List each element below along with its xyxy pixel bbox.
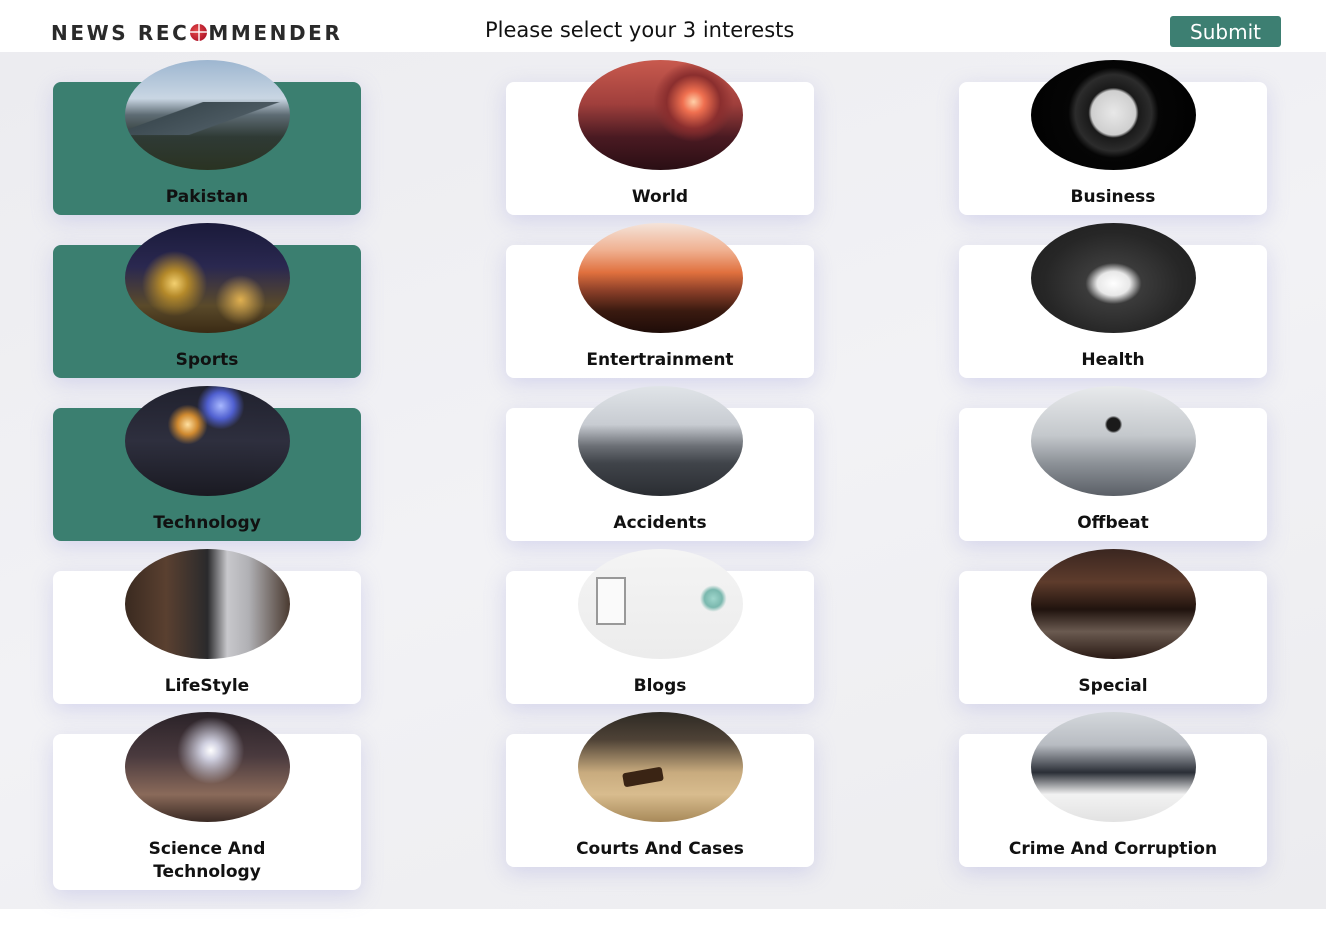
category-card-special[interactable]: Special bbox=[959, 549, 1267, 704]
category-label: Entertrainment bbox=[586, 350, 734, 370]
category-card-offbeat[interactable]: Offbeat bbox=[959, 386, 1267, 541]
category-card-pakistan[interactable]: Pakistan bbox=[53, 60, 361, 215]
globe-icon bbox=[190, 23, 208, 41]
mountain-landscape-image bbox=[125, 60, 290, 170]
interest-grid: Pakistan World Business Sports Entertrai… bbox=[0, 52, 1326, 909]
category-label: Sports bbox=[175, 350, 239, 370]
smartphone-globes-image bbox=[125, 386, 290, 496]
category-card-business[interactable]: Business bbox=[959, 60, 1267, 215]
category-card-courts-and-cases[interactable]: Courts And Cases bbox=[506, 712, 814, 867]
desk-notebook-image bbox=[578, 549, 743, 659]
category-label: Blogs bbox=[633, 676, 687, 696]
bookshelf-laptop-image bbox=[125, 549, 290, 659]
category-card-health[interactable]: Health bbox=[959, 223, 1267, 378]
category-label: Crime And Corruption bbox=[1008, 839, 1218, 859]
page-prompt: Please select your 3 interests bbox=[485, 18, 795, 42]
category-label: Accidents bbox=[613, 513, 707, 533]
category-card-lifestyle[interactable]: LifeStyle bbox=[53, 549, 361, 704]
chess-king-image bbox=[1031, 386, 1196, 496]
app-logo[interactable]: NEWS REC MMENDER bbox=[51, 21, 342, 45]
category-label: Pakistan bbox=[165, 187, 249, 207]
category-label: Science And Technology bbox=[148, 839, 266, 882]
glass-sphere-sunset-image bbox=[578, 60, 743, 170]
category-label: Special bbox=[1078, 676, 1148, 696]
category-label: LifeStyle bbox=[164, 676, 250, 696]
category-card-blogs[interactable]: Blogs bbox=[506, 549, 814, 704]
category-label: World bbox=[631, 187, 689, 207]
category-label: Business bbox=[1070, 187, 1156, 207]
pills-image bbox=[1031, 223, 1196, 333]
category-card-entertainment[interactable]: Entertrainment bbox=[506, 223, 814, 378]
money-handover-image bbox=[1031, 712, 1196, 822]
category-card-world[interactable]: World bbox=[506, 60, 814, 215]
concert-crowd-image bbox=[578, 223, 743, 333]
category-card-science-and-technology[interactable]: Science And Technology bbox=[53, 712, 361, 890]
chess-pieces-image bbox=[125, 223, 290, 333]
alarm-clock-image bbox=[1031, 60, 1196, 170]
category-label: Courts And Cases bbox=[576, 839, 744, 859]
category-label: Offbeat bbox=[1077, 513, 1149, 533]
submit-button[interactable]: Submit bbox=[1170, 16, 1281, 47]
category-label: Technology bbox=[153, 513, 261, 533]
logo-text-right: MMENDER bbox=[208, 21, 343, 45]
coffee-pouring-image bbox=[1031, 549, 1196, 659]
plane-wreck-image bbox=[578, 386, 743, 496]
top-header: NEWS REC MMENDER Please select your 3 int… bbox=[0, 0, 1326, 52]
category-label: Health bbox=[1081, 350, 1145, 370]
category-card-sports[interactable]: Sports bbox=[53, 223, 361, 378]
gavel-scales-image bbox=[578, 712, 743, 822]
category-card-crime-and-corruption[interactable]: Crime And Corruption bbox=[959, 712, 1267, 867]
tech-icons-phone-image bbox=[125, 712, 290, 822]
logo-text-left: NEWS REC bbox=[51, 21, 190, 45]
category-card-accidents[interactable]: Accidents bbox=[506, 386, 814, 541]
category-card-technology[interactable]: Technology bbox=[53, 386, 361, 541]
